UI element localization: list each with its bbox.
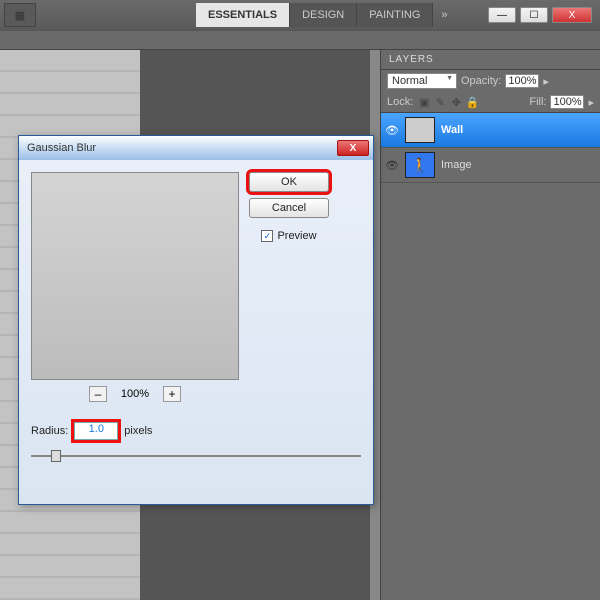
- zoom-percent: 100%: [121, 388, 149, 400]
- dialog-buttons: OK Cancel ✓ Preview: [249, 172, 329, 402]
- opacity-chevron-icon[interactable]: ▸: [543, 75, 549, 88]
- fill-label: Fill:: [529, 96, 546, 108]
- blend-mode-select[interactable]: Normal: [387, 73, 457, 89]
- fill-field[interactable]: 100%: [550, 95, 584, 109]
- lock-brush-icon[interactable]: ✎: [433, 95, 447, 109]
- workspace-more[interactable]: »: [433, 3, 455, 27]
- window-controls: — ☐ X: [488, 7, 600, 23]
- layers-list: 👁 Wall 👁 Image: [381, 112, 600, 183]
- layer-image[interactable]: 👁 Image: [381, 148, 600, 183]
- checkbox-icon: ✓: [261, 230, 273, 242]
- workspace-tabs: ESSENTIALS DESIGN PAINTING »: [196, 3, 456, 27]
- lock-icons: ▣ ✎ ✥ 🔒: [417, 95, 479, 109]
- layer-name[interactable]: Image: [441, 159, 472, 171]
- maximize-button[interactable]: ☐: [520, 7, 548, 23]
- lock-transparency-icon[interactable]: ▣: [417, 95, 431, 109]
- layers-panel-tab[interactable]: LAYERS: [381, 50, 600, 70]
- radius-row: Radius: 1.0 pixels: [31, 422, 361, 440]
- lock-all-icon[interactable]: 🔒: [465, 95, 479, 109]
- layer-thumb[interactable]: [405, 117, 435, 143]
- dialog-titlebar[interactable]: Gaussian Blur X: [19, 136, 373, 160]
- layer-wall[interactable]: 👁 Wall: [381, 113, 600, 148]
- visibility-eye-icon[interactable]: 👁: [385, 159, 399, 172]
- layer-thumb[interactable]: [405, 152, 435, 178]
- radius-unit: pixels: [124, 425, 152, 437]
- layer-name[interactable]: Wall: [441, 124, 463, 136]
- ok-button[interactable]: OK: [249, 172, 329, 192]
- main-area: LAYERS Normal Opacity: 100% ▸ Lock: ▣ ✎ …: [0, 50, 600, 600]
- preview-checkbox[interactable]: ✓ Preview: [261, 230, 316, 242]
- workspace-painting[interactable]: PAINTING: [357, 3, 433, 27]
- lock-move-icon[interactable]: ✥: [449, 95, 463, 109]
- dialog-close-button[interactable]: X: [337, 140, 369, 156]
- workspace-essentials[interactable]: ESSENTIALS: [196, 3, 290, 27]
- lock-fill-row: Lock: ▣ ✎ ✥ 🔒 Fill: 100% ▸: [381, 92, 600, 112]
- opacity-field[interactable]: 100%: [505, 74, 539, 88]
- workspace-design[interactable]: DESIGN: [290, 3, 357, 27]
- slider-thumb[interactable]: [51, 450, 61, 462]
- opacity-label: Opacity:: [461, 75, 501, 87]
- fill-chevron-icon[interactable]: ▸: [588, 96, 594, 109]
- cancel-button[interactable]: Cancel: [249, 198, 329, 218]
- radius-input[interactable]: 1.0: [74, 422, 118, 440]
- preview-column: – 100% +: [31, 172, 239, 402]
- radius-label: Radius:: [31, 425, 68, 437]
- right-panels: LAYERS Normal Opacity: 100% ▸ Lock: ▣ ✎ …: [380, 50, 600, 600]
- zoom-controls: – 100% +: [31, 386, 239, 402]
- close-button[interactable]: X: [552, 7, 592, 23]
- minimize-button[interactable]: —: [488, 7, 516, 23]
- dialog-body: – 100% + OK Cancel ✓ Preview: [19, 160, 373, 414]
- options-bar: [0, 30, 600, 50]
- preview-checkbox-label: Preview: [277, 230, 316, 242]
- radius-slider[interactable]: [31, 448, 361, 464]
- zoom-out-button[interactable]: –: [89, 386, 107, 402]
- zoom-in-button[interactable]: +: [163, 386, 181, 402]
- lock-label: Lock:: [387, 96, 413, 108]
- gaussian-blur-dialog: Gaussian Blur X – 100% + OK Cancel ✓ Pre…: [18, 135, 374, 505]
- app-topbar: ▦ ESSENTIALS DESIGN PAINTING » — ☐ X: [0, 0, 600, 30]
- slider-track: [31, 455, 361, 457]
- preview-image[interactable]: [31, 172, 239, 380]
- dialog-title: Gaussian Blur: [27, 142, 96, 154]
- visibility-eye-icon[interactable]: 👁: [385, 124, 399, 137]
- blend-opacity-row: Normal Opacity: 100% ▸: [381, 70, 600, 92]
- tool-selector[interactable]: ▦: [4, 3, 36, 27]
